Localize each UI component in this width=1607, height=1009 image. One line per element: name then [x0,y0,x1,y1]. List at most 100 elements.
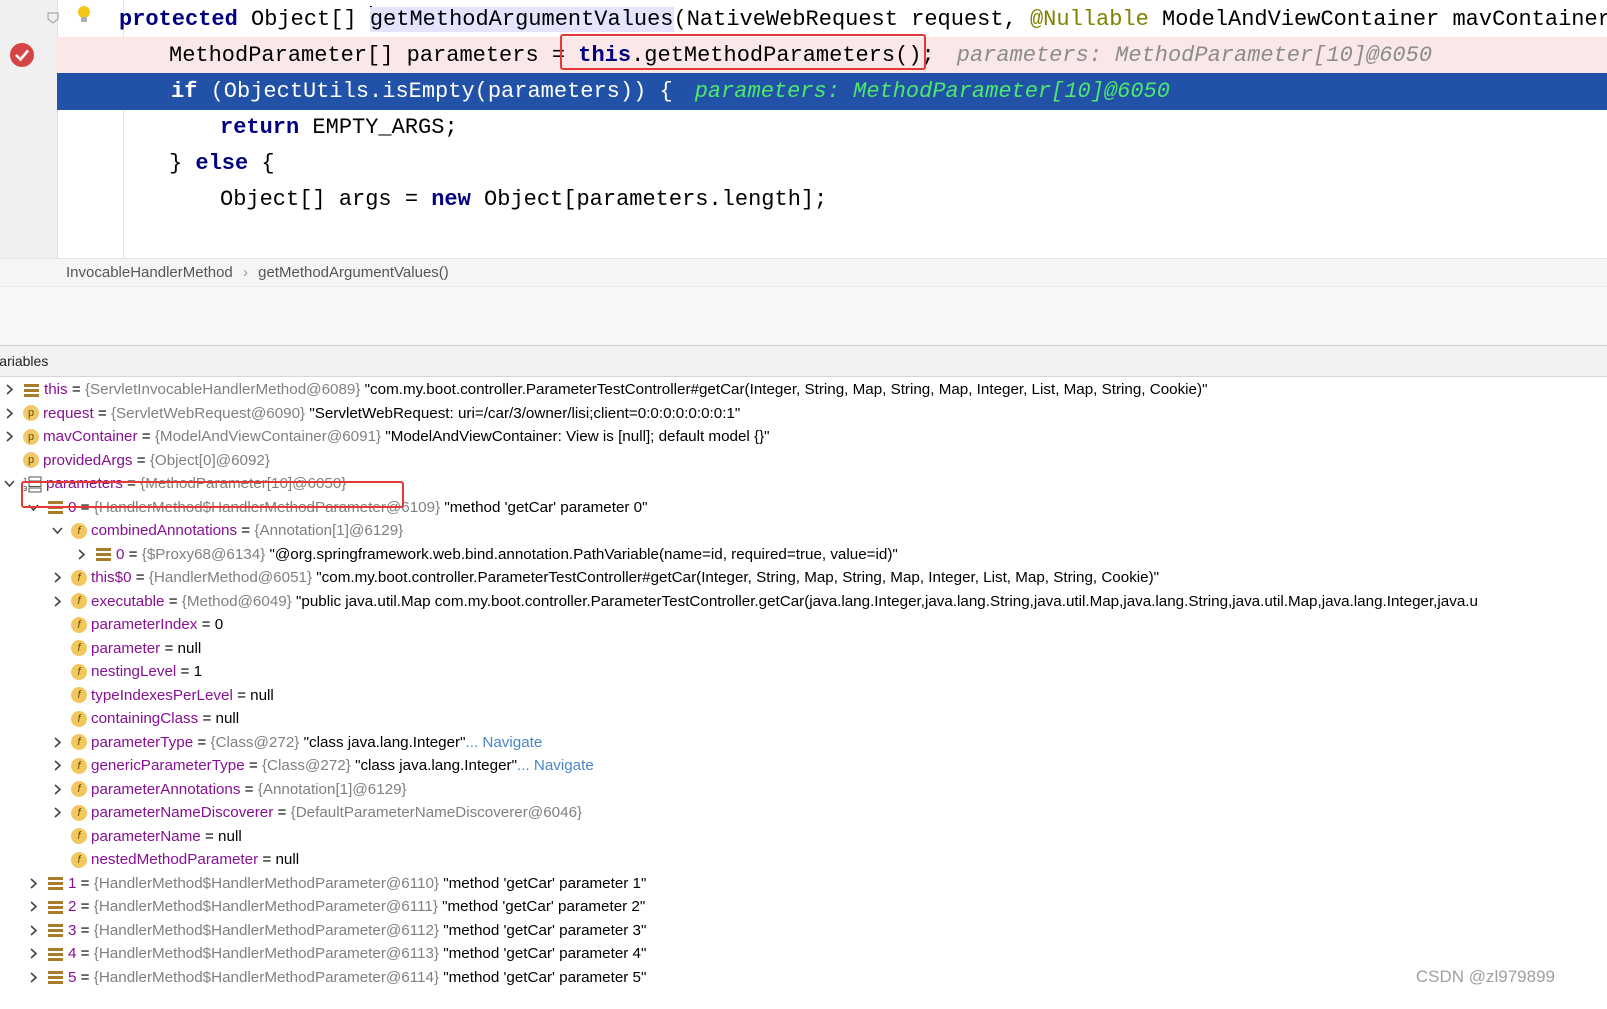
tree-row[interactable]: f parameterAnnotations = {Annotation[1]@6… [52,778,407,802]
chevron-down-icon[interactable] [52,525,63,536]
variable-type: {Method@6049} [181,592,292,610]
tree-row[interactable]: 4 = {HandlerMethod$HandlerMethodParamete… [28,942,646,966]
tree-row[interactable]: f parameterName = null [52,825,242,849]
chevron-down-icon[interactable] [4,478,15,489]
variable-name: executable [91,592,165,610]
code-line-4[interactable]: return EMPTY_ARGS; [57,109,1607,146]
variable-value: "method 'getCar' parameter 3" [439,921,647,939]
chevron-right-icon[interactable] [4,408,15,419]
chevron-right-icon[interactable] [76,549,87,560]
variable-name: combinedAnnotations [91,522,238,539]
variable-name: mavContainer [43,428,138,445]
navigate-link[interactable]: ... Navigate [465,734,542,751]
field-icon: f [71,757,87,774]
tree-row[interactable]: 5 = {HandlerMethod$HandlerMethodParamete… [28,966,646,990]
tree-row[interactable]: p providedArgs = {Object[0]@6092} [4,449,270,473]
chevron-right-icon[interactable] [52,596,63,607]
tree-row[interactable]: f containingClass = null [52,707,239,731]
variable-type: {Class@272} [210,733,300,751]
variable-value: null [177,639,202,657]
tree-row[interactable]: this = {ServletInvocableHandlerMethod@60… [4,378,1207,402]
code-text: MethodParameter[] parameters = [169,43,579,68]
code-text: Object[parameters.length]; [470,187,828,212]
variable-name: parameterType [91,733,194,751]
code-text: { [248,151,275,176]
variable-value: "com.my.boot.controller.ParameterTestCon… [312,569,1160,586]
variable-value: 1 [193,663,203,680]
editor-gutter[interactable] [0,0,59,262]
method-name: getMethodArgumentValues [369,7,674,32]
tree-row[interactable]: f nestingLevel = 1 [52,660,202,684]
chevron-right-icon[interactable] [52,807,63,819]
breakpoint-icon[interactable] [8,41,36,69]
breadcrumb-method[interactable]: getMethodArgumentValues() [258,264,449,281]
chevron-right-icon[interactable] [4,431,15,443]
navigate-link[interactable]: ... Navigate [517,757,594,774]
equals-sign: = [176,663,194,680]
variables-tree[interactable]: this = {ServletInvocableHandlerMethod@60… [0,377,1607,1009]
code-editor[interactable]: protected Object[] getMethodArgumentValu… [0,0,1607,262]
tree-row[interactable]: f genericParameterType = {Class@272} "cla… [52,754,594,778]
code-line-5[interactable]: } else { [57,145,1607,182]
chevron-right-icon[interactable] [28,878,39,889]
equals-sign: = [273,804,291,821]
tree-row[interactable]: f this$0 = {HandlerMethod@6051} "com.my.b… [52,566,1159,590]
chevron-right-icon[interactable] [52,760,63,772]
variable-value: "class java.lang.Integer" [350,757,517,774]
code-line-1[interactable]: protected Object[] getMethodArgumentValu… [57,1,1607,38]
variable-name: nestedMethodParameter [91,851,259,868]
inline-value-hint: parameters: MethodParameter[10]@6050 [956,43,1433,68]
tree-row[interactable]: p request = {ServletWebRequest@6090} "Ser… [4,402,740,426]
keyword: if [171,79,198,104]
tree-row[interactable]: 1 = {HandlerMethod$HandlerMethodParamete… [28,872,646,896]
tree-row[interactable]: 0 = {$Proxy68@6134} "@org.springframewor… [76,543,898,567]
tree-row[interactable]: f executable = {Method@6049} "public java… [52,590,1478,614]
tree-row[interactable]: p mavContainer = {ModelAndViewContainer@6… [4,425,770,449]
tree-row[interactable]: f combinedAnnotations = {Annotation[1]@61… [52,519,403,543]
chevron-right-icon[interactable] [28,901,39,913]
variable-name: parameterName [91,827,201,845]
code-line-6[interactable]: Object[] args = new Object[parameters.le… [57,181,1607,218]
chevron-right-icon[interactable] [4,384,15,396]
chevron-right-icon[interactable] [28,972,39,983]
equals-sign: = [132,451,150,469]
variable-type: {ServletWebRequest@6090} [110,404,306,422]
tree-row[interactable]: f parameterType = {Class@272} "class java… [52,731,542,755]
variable-value: "method 'getCar' parameter 1" [439,874,647,892]
equals-sign: = [67,381,85,398]
chevron-right-icon[interactable] [28,948,39,960]
variable-name: request [43,404,94,422]
code-line-3-current[interactable]: if (ObjectUtils.isEmpty(parameters)) {pa… [57,73,1607,110]
list-icon [47,922,64,938]
variable-value: null [250,686,274,704]
chevron-right-icon[interactable] [52,572,63,584]
equals-sign: = [76,968,94,986]
tree-row[interactable]: f typeIndexesPerLevel = null [52,684,274,708]
tree-row[interactable]: f parameterNameDiscoverer = {DefaultParam… [52,801,582,825]
variable-name: this$0 [91,569,132,586]
equals-sign: = [193,733,211,751]
equals-sign: = [93,404,111,422]
tree-row[interactable]: f parameterIndex = 0 [52,613,223,637]
list-icon [95,546,112,562]
tree-row[interactable]: f nestedMethodParameter = null [52,848,299,872]
tree-row[interactable]: 3 = {HandlerMethod$HandlerMethodParamete… [28,919,646,943]
chevron-right-icon[interactable] [52,784,63,795]
variable-name: parameterNameDiscoverer [91,804,274,821]
tree-row[interactable]: f parameter = null [52,637,201,661]
variable-name: parameterAnnotations [91,780,241,798]
variable-name: this [44,381,68,398]
list-icon [23,382,40,398]
field-icon: f [71,663,87,680]
breadcrumb-class[interactable]: InvocableHandlerMethod [66,264,233,281]
keyword: new [431,187,471,212]
chevron-right-icon[interactable] [28,925,39,936]
variable-name: typeIndexesPerLevel [91,686,233,704]
field-icon: f [71,781,87,798]
annotation: @Nullable [1029,7,1149,32]
chevron-right-icon[interactable] [52,737,63,748]
tree-row[interactable]: 2 = {HandlerMethod$HandlerMethodParamete… [28,895,645,919]
code-text: (NativeWebRequest request, [673,7,1030,32]
field-icon: f [71,804,87,821]
equals-sign: = [76,874,94,892]
